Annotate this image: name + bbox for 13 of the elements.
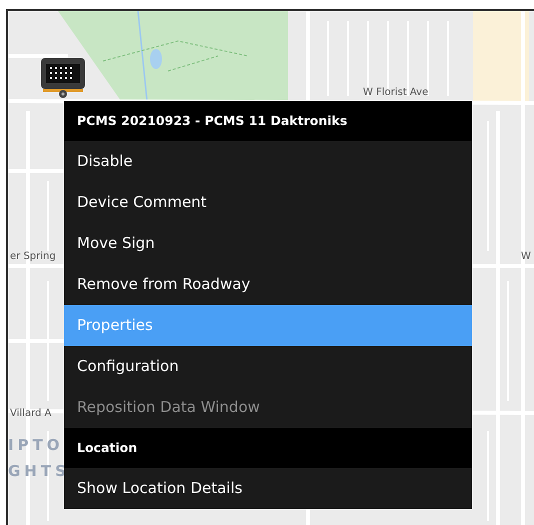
- menu-item[interactable]: Configuration: [64, 346, 472, 387]
- menu-item[interactable]: Remove from Roadway: [64, 264, 472, 305]
- menu-item[interactable]: Disable: [64, 141, 472, 182]
- street-label: W: [521, 251, 531, 262]
- area-label: IPTO: [8, 436, 64, 454]
- menu-item[interactable]: Device Comment: [64, 182, 472, 223]
- street-label: er Spring: [10, 251, 56, 262]
- menu-header: PCMS 20210923 - PCMS 11 Daktroniks: [64, 101, 472, 141]
- street-label: W Florist Ave: [363, 87, 428, 98]
- sign-trailer-icon[interactable]: [40, 57, 86, 99]
- menu-item[interactable]: Move Sign: [64, 223, 472, 264]
- street-label: Villard A: [10, 408, 52, 419]
- menu-header: Location: [64, 428, 472, 468]
